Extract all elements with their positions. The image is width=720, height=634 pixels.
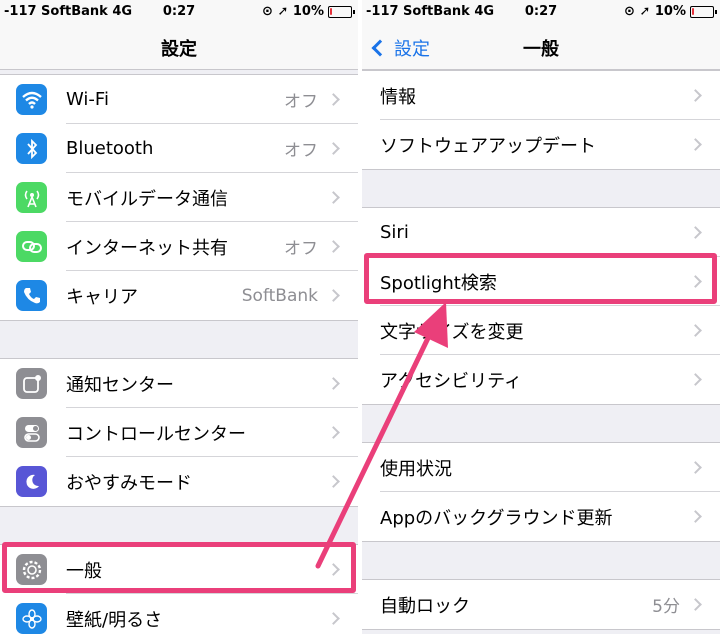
chevron-right-icon	[327, 475, 340, 488]
general-item-text-size[interactable]: 文字サイズを変更	[362, 306, 720, 355]
phone-icon	[16, 280, 47, 311]
battery-percent: ⊙ ➚ 10%	[262, 4, 324, 19]
chevron-right-icon	[327, 240, 340, 253]
chevron-right-icon	[689, 324, 702, 337]
spotlight-highlight-box	[364, 253, 717, 304]
bluetooth-icon	[16, 133, 47, 164]
connectivity-group: Wi-Fi オフ Bluetooth オフ モバイルデータ通信 インターネット共…	[0, 74, 358, 321]
general-item-label: 自動ロック	[380, 595, 470, 617]
general-item-label: 文字サイズを変更	[380, 321, 524, 343]
settings-item-cellular[interactable]: モバイルデータ通信	[0, 173, 358, 222]
chevron-right-icon	[327, 377, 340, 390]
general-item-label: 使用状況	[380, 458, 452, 480]
general-item-auto-lock[interactable]: 自動ロック 5分	[362, 580, 720, 629]
chevron-right-icon	[689, 89, 702, 102]
moon-icon	[16, 466, 47, 497]
general-item-about[interactable]: 情報	[362, 71, 720, 120]
settings-item-wallpaper[interactable]: 壁紙/明るさ	[0, 594, 358, 634]
flower-icon	[16, 603, 47, 634]
settings-item-notification-center[interactable]: 通知センター	[0, 359, 358, 408]
settings-item-label: Bluetooth	[66, 138, 154, 159]
antenna-icon	[16, 182, 47, 213]
general-item-label: Siri	[380, 222, 409, 243]
chevron-right-icon	[327, 289, 340, 302]
rotation-lock-icon: ⊙	[262, 4, 273, 19]
chevron-right-icon	[327, 142, 340, 155]
nav-bar: 設定	[0, 24, 358, 70]
settings-item-hotspot[interactable]: インターネット共有 オフ	[0, 222, 358, 271]
page-title: 一般	[523, 39, 559, 60]
rotation-lock-icon: ⊙	[624, 4, 635, 19]
status-bar: -117 SoftBank 4G 0:27 ⊙ ➚ 10%	[362, 0, 720, 24]
general-item-software-update[interactable]: ソフトウェアアップデート	[362, 120, 720, 169]
chevron-right-icon	[689, 226, 702, 239]
wifi-icon	[16, 84, 47, 115]
general-item-label: Appのバックグラウンド更新	[380, 507, 613, 529]
page-title: 設定	[161, 39, 197, 60]
settings-item-label: 壁紙/明るさ	[66, 609, 163, 631]
general-highlight-box	[2, 542, 356, 593]
settings-item-label: Wi-Fi	[66, 89, 109, 110]
settings-item-label: キャリア	[66, 286, 138, 308]
settings-item-label: 通知センター	[66, 374, 174, 396]
settings-item-do-not-disturb[interactable]: おやすみモード	[0, 457, 358, 506]
toggles-icon	[16, 417, 47, 448]
settings-item-control-center[interactable]: コントロールセンター	[0, 408, 358, 457]
chevron-right-icon	[689, 461, 702, 474]
battery-icon	[328, 6, 355, 18]
settings-item-value: SoftBank	[241, 285, 318, 306]
general-item-siri[interactable]: Siri	[362, 208, 720, 257]
location-icon: ➚	[639, 4, 651, 19]
general-item-accessibility[interactable]: アクセシビリティ	[362, 355, 720, 404]
settings-item-wifi[interactable]: Wi-Fi オフ	[0, 75, 358, 124]
chevron-right-icon	[327, 426, 340, 439]
settings-item-value: オフ	[284, 239, 318, 259]
settings-item-bluetooth[interactable]: Bluetooth オフ	[0, 124, 358, 173]
settings-item-carrier[interactable]: キャリア SoftBank	[0, 271, 358, 320]
settings-item-value: オフ	[284, 141, 318, 161]
chevron-right-icon	[689, 373, 702, 386]
usage-group: 使用状況 Appのバックグラウンド更新	[362, 442, 720, 542]
settings-item-label: おやすみモード	[66, 472, 192, 494]
nav-bar: 設定 一般	[362, 24, 720, 70]
general-item-usage[interactable]: 使用状況	[362, 443, 720, 492]
general-item-label: 情報	[380, 86, 416, 108]
settings-item-label: モバイルデータ通信	[66, 188, 228, 210]
battery-level	[330, 8, 332, 15]
general-item-label: ソフトウェアアップデート	[380, 135, 596, 157]
hotspot-icon	[16, 231, 47, 262]
battery-icon	[690, 6, 717, 18]
lock-group: 自動ロック 5分	[362, 579, 720, 630]
notification-icon	[16, 368, 47, 399]
settings-item-label: コントロールセンター	[66, 423, 246, 445]
chevron-right-icon	[689, 598, 702, 611]
status-bar: -117 SoftBank 4G 0:27 ⊙ ➚ 10%	[0, 0, 358, 24]
battery-percent-text: 10%	[654, 4, 686, 19]
settings-item-label: インターネット共有	[66, 237, 228, 259]
battery-percent-text: 10%	[292, 4, 324, 19]
chevron-right-icon	[327, 191, 340, 204]
general-item-label: アクセシビリティ	[380, 370, 523, 392]
settings-screen: -117 SoftBank 4G 0:27 ⊙ ➚ 10% 設定 Wi-Fi オ…	[0, 0, 358, 634]
general-screen: -117 SoftBank 4G 0:27 ⊙ ➚ 10% 設定 一般 情報 ソ…	[362, 0, 720, 634]
chevron-right-icon	[689, 510, 702, 523]
location-icon: ➚	[277, 4, 289, 19]
chevron-right-icon	[689, 138, 702, 151]
siri-group: Siri Spotlight検索 文字サイズを変更 アクセシビリティ	[362, 207, 720, 405]
about-group: 情報 ソフトウェアアップデート	[362, 70, 720, 170]
chevron-right-icon	[327, 612, 340, 625]
battery-level	[692, 8, 694, 15]
notifications-group: 通知センター コントロールセンター おやすみモード	[0, 358, 358, 507]
general-item-background-refresh[interactable]: Appのバックグラウンド更新	[362, 492, 720, 541]
general-item-value: 5分	[652, 597, 680, 617]
battery-percent: ⊙ ➚ 10%	[624, 4, 686, 19]
chevron-right-icon	[327, 93, 340, 106]
settings-item-value: オフ	[284, 92, 318, 112]
